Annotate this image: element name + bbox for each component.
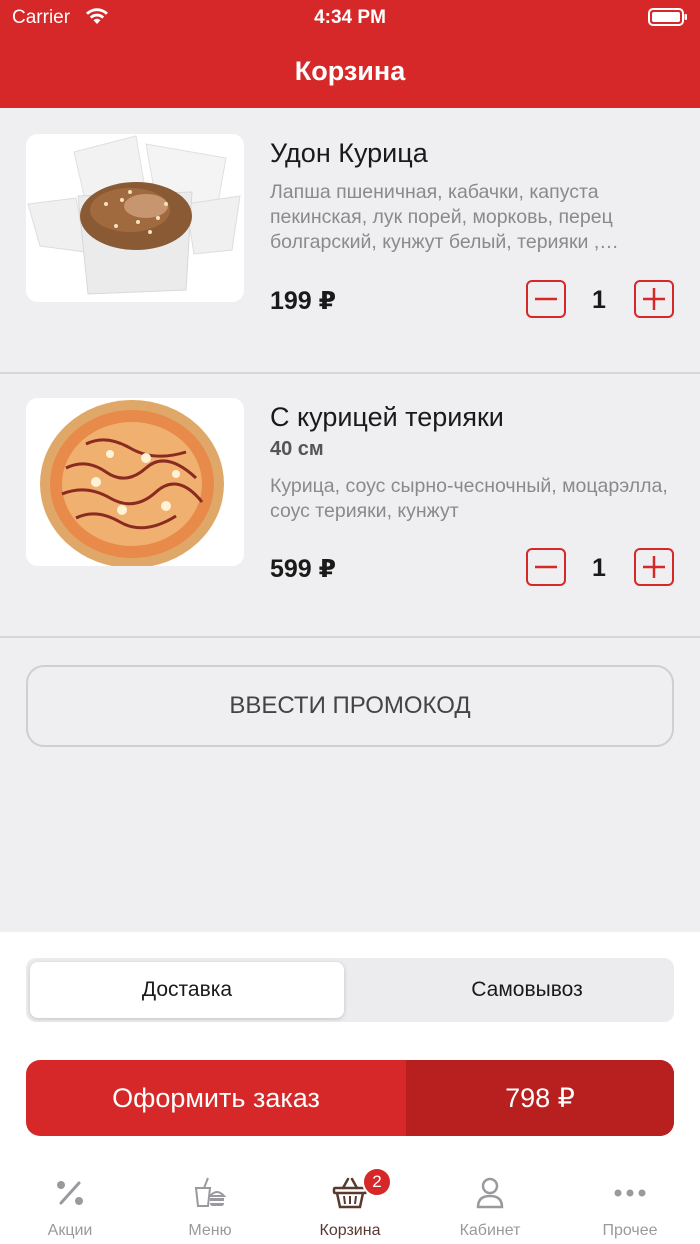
cart-count-badge: 2 [362, 1167, 392, 1197]
delivery-method-toggle: Доставка Самовывоз [26, 958, 674, 1022]
minus-icon [535, 565, 557, 569]
user-icon [476, 1177, 504, 1209]
battery-icon [648, 8, 687, 26]
tab-label: Прочее [602, 1222, 658, 1239]
item-description: Курица, соус сырно-чесночный, моцарэлла,… [270, 475, 668, 522]
page-title: Корзина [294, 56, 406, 86]
tab-bar: Акции Меню Корзина Кабинет Прочее [0, 1160, 700, 1244]
percent-icon [57, 1181, 83, 1205]
item-quantity: 1 [592, 286, 606, 314]
tab-account[interactable]: Кабинет [420, 1160, 560, 1244]
tab-menu[interactable]: Меню [140, 1160, 280, 1244]
tab-label: Меню [188, 1222, 232, 1239]
item-price: 199 ₽ [270, 287, 337, 315]
menu-food-icon [194, 1177, 227, 1207]
item-description: Лапша пшеничная, кабачки, капуста пекинс… [270, 181, 619, 253]
cart-item: С курицей терияки 40 см Курица, соус сыр… [0, 372, 700, 638]
cart-item: Удон Курица Лапша пшеничная, кабачки, ка… [0, 108, 700, 374]
place-order-label: Оформить заказ [112, 1082, 320, 1113]
more-icon [614, 1189, 646, 1197]
item-price: 599 ₽ [270, 555, 337, 583]
tab-more[interactable]: Прочее [560, 1160, 700, 1244]
increase-quantity-button[interactable] [634, 280, 674, 318]
item-size: 40 см [270, 438, 324, 460]
order-total: 798 ₽ [406, 1060, 674, 1136]
decrease-quantity-button[interactable] [526, 548, 566, 586]
plus-icon [643, 556, 665, 578]
tab-label: Акции [47, 1222, 93, 1239]
increase-quantity-button[interactable] [634, 548, 674, 586]
item-name: Удон Курица [270, 138, 428, 168]
tab-promotions[interactable]: Акции [0, 1160, 140, 1244]
delivery-option[interactable]: Доставка [30, 962, 344, 1018]
tab-label: Кабинет [459, 1222, 521, 1239]
pizza-image [26, 398, 244, 566]
pickup-option[interactable]: Самовывоз [370, 962, 684, 1018]
promo-code-button[interactable]: ВВЕСТИ ПРОМОКОД [26, 665, 674, 747]
udon-box-image [26, 134, 244, 302]
decrease-quantity-button[interactable] [526, 280, 566, 318]
status-time: 4:34 PM [314, 7, 386, 28]
tab-cart[interactable]: Корзина [280, 1160, 420, 1244]
item-name: С курицей терияки [270, 402, 504, 432]
minus-icon [535, 297, 557, 301]
place-order-button[interactable]: Оформить заказ 798 ₽ [26, 1060, 674, 1136]
status-bar: Carrier 4:34 PM [0, 0, 700, 36]
item-quantity: 1 [592, 554, 606, 582]
plus-icon [643, 288, 665, 310]
app-header: Carrier 4:34 PM Корзина [0, 0, 700, 108]
tab-label: Корзина [319, 1222, 381, 1239]
